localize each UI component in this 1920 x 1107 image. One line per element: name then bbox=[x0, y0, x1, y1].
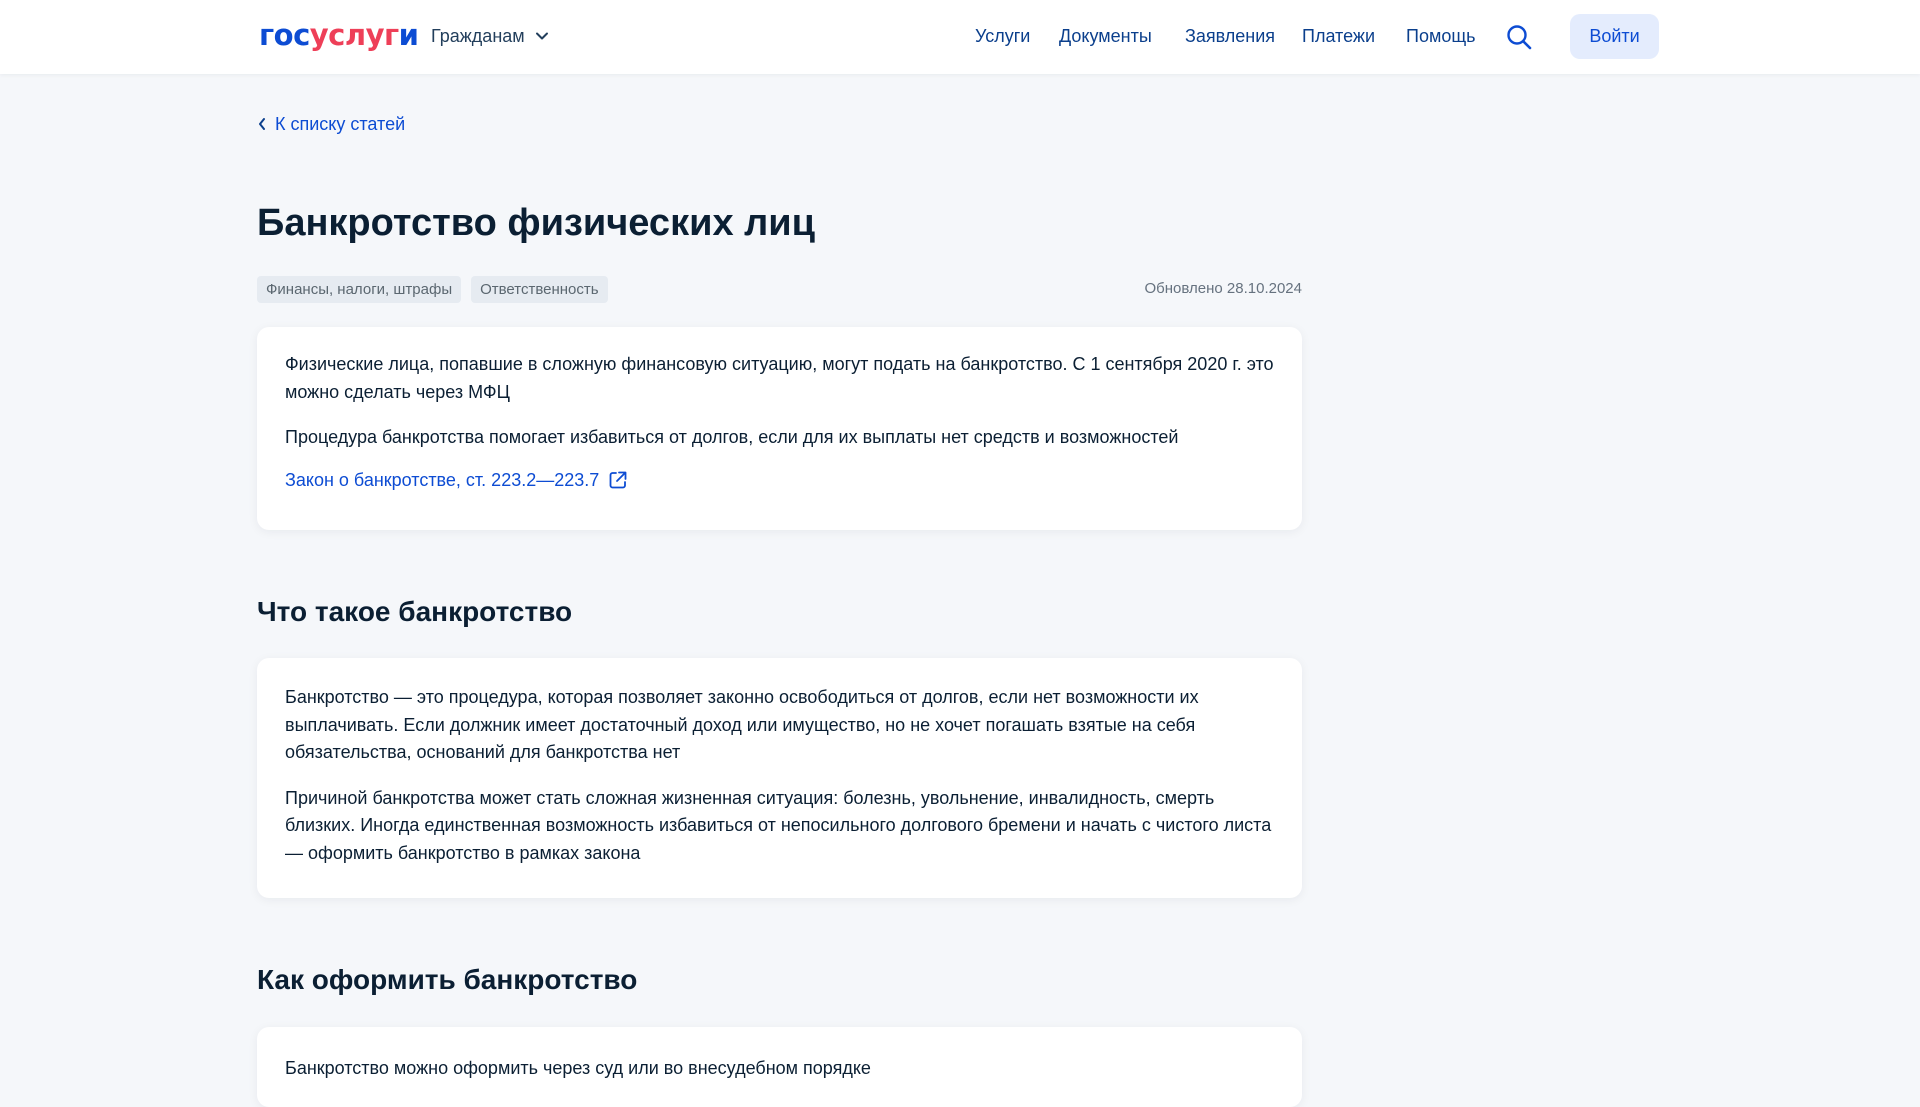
chevron-down-icon bbox=[535, 32, 548, 40]
section-paragraph: Банкротство можно оформить через суд или… bbox=[285, 1058, 871, 1078]
audience-dropdown[interactable]: Гражданам bbox=[431, 24, 549, 48]
chevron-left-icon bbox=[259, 118, 265, 130]
law-link[interactable]: Закон о банкротстве, ст. 223.2—223.7 bbox=[285, 468, 629, 492]
section-heading-what: Что такое банкротство bbox=[257, 596, 573, 627]
back-link-label: К списку статей bbox=[275, 114, 406, 134]
login-button[interactable]: Войти bbox=[1570, 14, 1659, 59]
back-to-articles-link[interactable]: К списку статей bbox=[257, 112, 405, 136]
gosuslugi-logo[interactable]: госуслуги bbox=[259, 17, 419, 53]
what-is-bankruptcy-card: Банкротство — это процедура, которая поз… bbox=[257, 658, 1302, 898]
nav-applications[interactable]: Заявления bbox=[1185, 24, 1275, 48]
intro-paragraph: Процедура банкротства помогает избавитьс… bbox=[285, 427, 1179, 447]
intro-card: Физические лица, попавшие в сложную фина… bbox=[257, 327, 1302, 530]
tag-responsibility[interactable]: Ответственность bbox=[471, 276, 608, 303]
search-icon[interactable] bbox=[1505, 23, 1533, 51]
tag-finance[interactable]: Финансы, налоги, штрафы bbox=[257, 276, 462, 303]
nav-services[interactable]: Услуги bbox=[975, 24, 1030, 48]
section-paragraph: Причиной банкротства может стать сложная… bbox=[285, 787, 1272, 863]
nav-documents[interactable]: Документы bbox=[1059, 24, 1152, 48]
page-title: Банкротство физических лиц bbox=[257, 202, 815, 244]
tag-list: Финансы, налоги, штрафы Ответственность bbox=[257, 276, 608, 303]
law-link-label: Закон о банкротстве, ст. 223.2—223.7 bbox=[285, 469, 600, 490]
nav-help[interactable]: Помощь bbox=[1406, 24, 1476, 48]
site-header: госуслуги Гражданам Услуги Документы Зая… bbox=[0, 0, 1920, 74]
section-heading-how: Как оформить банкротство bbox=[257, 964, 638, 995]
intro-paragraph: Физические лица, попавшие в сложную фина… bbox=[285, 354, 1274, 402]
nav-payments[interactable]: Платежи bbox=[1302, 24, 1375, 48]
external-link-icon bbox=[609, 471, 627, 488]
audience-label: Гражданам bbox=[431, 26, 525, 46]
updated-date: Обновлено 28.10.2024 bbox=[1144, 280, 1302, 297]
section-paragraph: Банкротство — это процедура, которая поз… bbox=[285, 687, 1199, 762]
how-to-file-card: Банкротство можно оформить через суд или… bbox=[257, 1027, 1302, 1107]
